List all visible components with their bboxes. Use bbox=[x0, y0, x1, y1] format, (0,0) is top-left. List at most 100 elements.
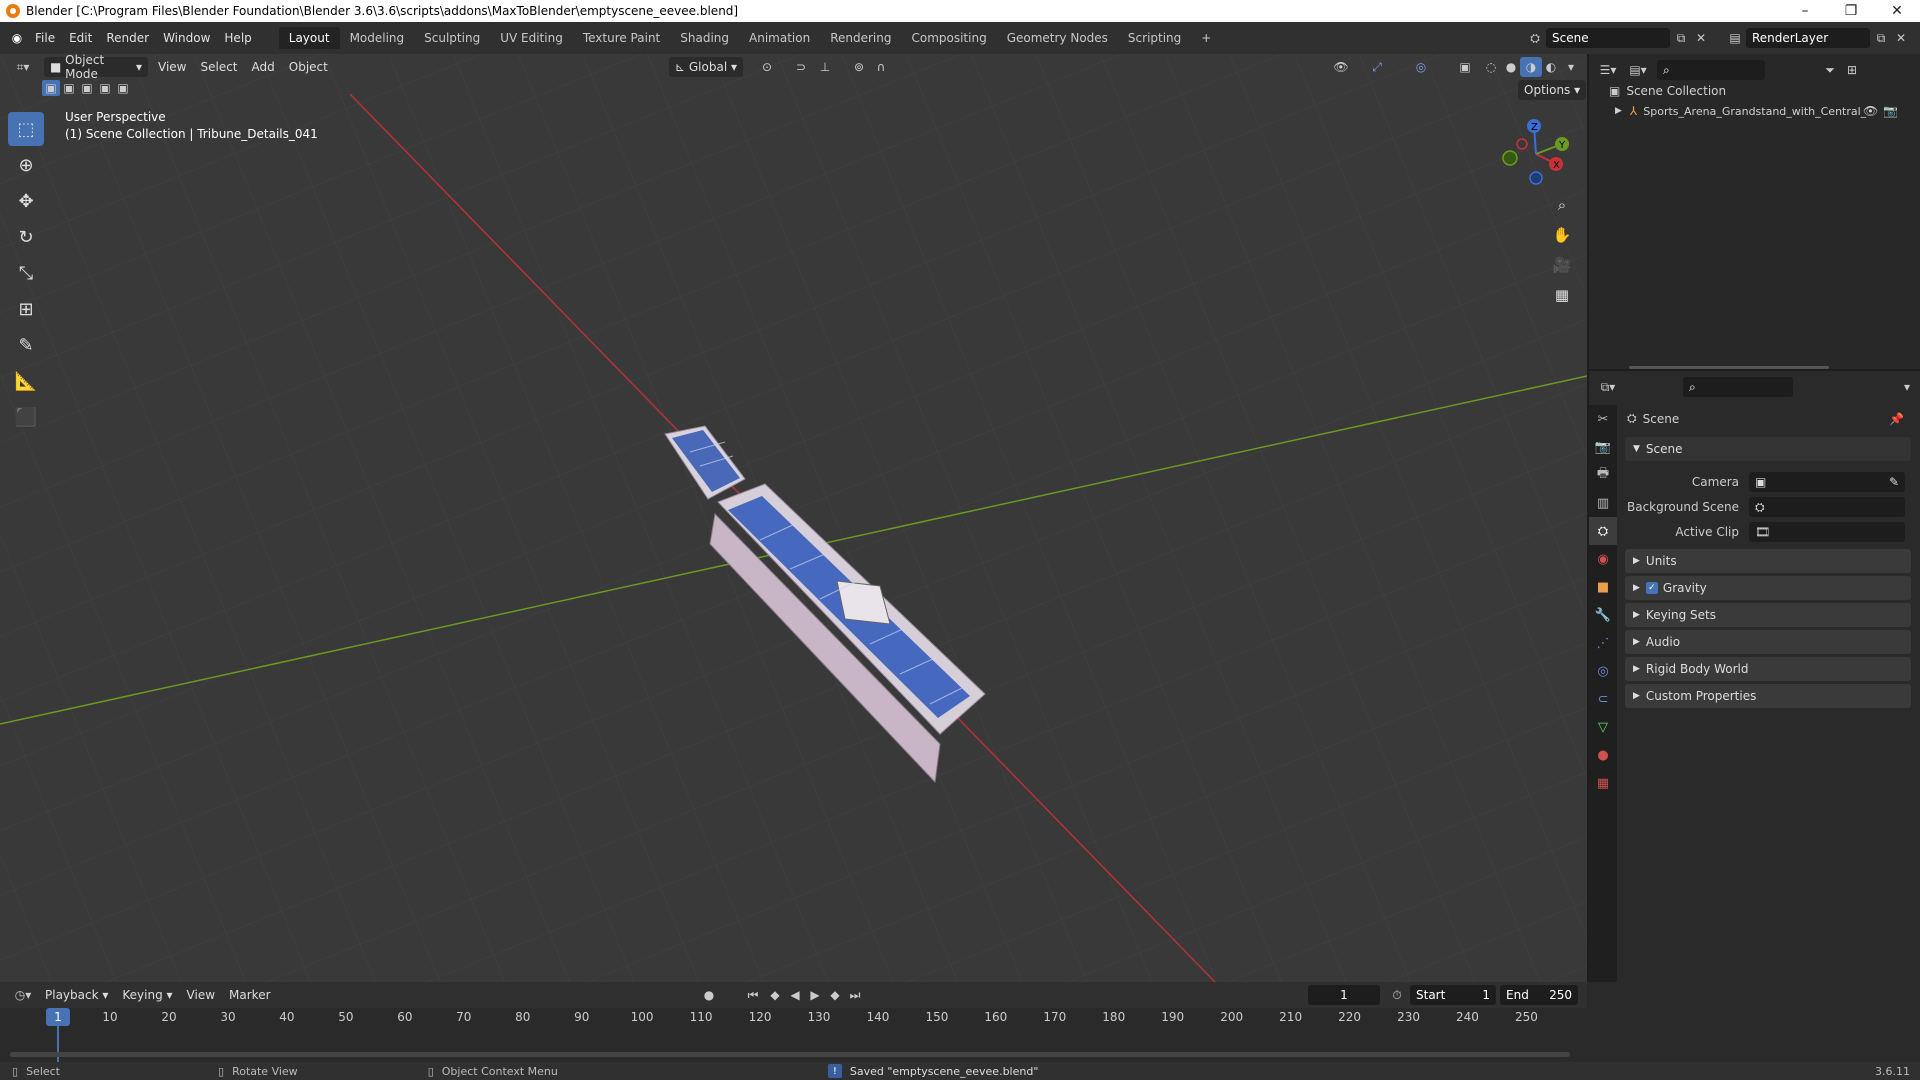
viewport-scene[interactable] bbox=[0, 54, 1587, 982]
physics-tab-icon[interactable]: ◎ bbox=[1589, 657, 1617, 685]
outliner-search-input[interactable]: ⌕ bbox=[1657, 60, 1765, 80]
jump-start-icon[interactable]: ⏮ bbox=[742, 985, 764, 1005]
outliner-scrollbar[interactable] bbox=[1629, 366, 1829, 369]
wireframe-shading-icon[interactable]: ◌ bbox=[1480, 57, 1502, 77]
falloff-icon[interactable]: ∩ bbox=[870, 57, 892, 77]
editor-type-icon[interactable]: ⌗▾ bbox=[8, 57, 38, 77]
filter-icon[interactable]: ⏷ bbox=[1819, 60, 1841, 80]
view-layer-icon[interactable]: ▤ bbox=[1724, 28, 1746, 48]
viewport-menu-add[interactable]: Add bbox=[245, 60, 282, 74]
tab-animation[interactable]: Animation bbox=[739, 27, 820, 49]
navigation-gizmo[interactable]: X Y Z bbox=[1496, 114, 1576, 194]
object-tab-icon[interactable]: ■ bbox=[1589, 573, 1617, 601]
select-intersect-icon[interactable]: ▣ bbox=[114, 80, 132, 96]
pin-icon[interactable]: 📌 bbox=[1889, 412, 1904, 426]
scene-selector[interactable]: Scene bbox=[1546, 28, 1670, 48]
constraints-tab-icon[interactable]: ⊂ bbox=[1589, 685, 1617, 713]
options-button[interactable]: Options ▾ bbox=[1518, 80, 1587, 100]
minimize-button[interactable]: – bbox=[1782, 0, 1828, 22]
properties-editor-type-icon[interactable]: ⧉▾ bbox=[1597, 377, 1619, 397]
blender-menu-icon[interactable]: ◉ bbox=[6, 28, 28, 48]
menu-help[interactable]: Help bbox=[217, 31, 258, 45]
menu-render[interactable]: Render bbox=[99, 31, 156, 45]
current-frame-field[interactable]: 1 bbox=[1308, 985, 1380, 1005]
pivot-point-icon[interactable]: ⊙ bbox=[756, 57, 778, 77]
scale-tool-icon[interactable]: ⤡ bbox=[8, 256, 44, 290]
visibility-icon[interactable]: 👁 bbox=[1330, 57, 1352, 77]
close-button[interactable]: ✕ bbox=[1874, 0, 1920, 22]
render-tab-icon[interactable]: 📷 bbox=[1589, 433, 1617, 461]
select-new-icon[interactable]: ▣ bbox=[42, 80, 60, 96]
next-keyframe-icon[interactable]: ◆ bbox=[824, 985, 846, 1005]
gizmo-neg-z-icon[interactable] bbox=[1529, 171, 1543, 185]
material-tab-icon[interactable]: ● bbox=[1589, 741, 1617, 769]
record-keyframe-icon[interactable]: ● bbox=[698, 985, 720, 1005]
new-collection-icon[interactable]: ⊞ bbox=[1841, 60, 1863, 80]
rotate-tool-icon[interactable]: ↻ bbox=[8, 220, 44, 254]
properties-options-icon[interactable]: ▾ bbox=[1896, 377, 1918, 397]
marker-menu[interactable]: Marker bbox=[222, 988, 277, 1002]
add-workspace-button[interactable]: + bbox=[1191, 27, 1221, 49]
move-tool-icon[interactable]: ✥ bbox=[8, 184, 44, 218]
play-icon[interactable]: ▶ bbox=[804, 985, 826, 1005]
proportional-edit-icon[interactable]: ⊚ bbox=[848, 57, 870, 77]
transform-orientation-dropdown[interactable]: ⊾ Global ▾ bbox=[669, 57, 743, 77]
data-tab-icon[interactable]: ▽ bbox=[1589, 713, 1617, 741]
viewport-menu-select[interactable]: Select bbox=[193, 60, 244, 74]
modifier-tab-icon[interactable]: 🔧 bbox=[1589, 601, 1617, 629]
playback-menu[interactable]: Playback ▾ bbox=[38, 988, 115, 1002]
view-layer-selector[interactable]: RenderLayer bbox=[1746, 28, 1870, 48]
end-frame-field[interactable]: End 250 bbox=[1500, 985, 1578, 1005]
outliner-item[interactable]: ▶ ⅄ Sports_Arena_Grandstand_with_Central… bbox=[1615, 104, 1915, 118]
start-frame-field[interactable]: Start 1 bbox=[1410, 985, 1496, 1005]
rendered-shading-icon[interactable]: ◐ bbox=[1540, 57, 1562, 77]
select-extend-icon[interactable]: ▣ bbox=[60, 80, 78, 96]
transform-tool-icon[interactable]: ⊞ bbox=[8, 292, 44, 326]
keying-menu[interactable]: Keying ▾ bbox=[115, 988, 179, 1002]
timeline-view-menu[interactable]: View bbox=[180, 988, 222, 1002]
particles-tab-icon[interactable]: ⋰ bbox=[1589, 629, 1617, 657]
perspective-toggle-icon[interactable]: ▦ bbox=[1549, 282, 1575, 308]
properties-search-input[interactable]: ⌕ bbox=[1683, 377, 1793, 397]
prev-keyframe-icon[interactable]: ◆ bbox=[764, 985, 786, 1005]
tab-layout[interactable]: Layout bbox=[278, 27, 340, 49]
solid-shading-icon[interactable]: ● bbox=[1500, 57, 1522, 77]
gizmo-neg-x-icon[interactable] bbox=[1516, 138, 1528, 150]
overlay-toggle-icon[interactable]: ◎ bbox=[1410, 57, 1432, 77]
timeline-scrollbar[interactable] bbox=[10, 1052, 1570, 1057]
eyedropper-icon[interactable]: ✎ bbox=[1889, 475, 1899, 489]
playhead-frame-indicator[interactable]: 1 bbox=[46, 1008, 70, 1026]
xray-toggle-icon[interactable]: ▣ bbox=[1454, 57, 1476, 77]
maximize-button[interactable]: ❐ bbox=[1828, 0, 1874, 22]
tab-uv-editing[interactable]: UV Editing bbox=[490, 27, 573, 49]
use-preview-range-icon[interactable]: ⏱ bbox=[1386, 985, 1408, 1005]
jump-end-icon[interactable]: ⏭ bbox=[844, 985, 866, 1005]
play-reverse-icon[interactable]: ◀ bbox=[784, 985, 806, 1005]
zoom-icon[interactable]: ⌕ bbox=[1549, 192, 1575, 218]
tab-scripting[interactable]: Scripting bbox=[1118, 27, 1191, 49]
delete-view-layer-icon[interactable]: ✕ bbox=[1892, 28, 1910, 48]
hide-eye-icon[interactable]: 👁 bbox=[1863, 104, 1878, 118]
active-clip-field[interactable]: 🎞 bbox=[1749, 522, 1905, 542]
tab-shading[interactable]: Shading bbox=[670, 27, 739, 49]
material-shading-icon[interactable]: ◑ bbox=[1520, 57, 1542, 77]
viewport-menu-view[interactable]: View bbox=[151, 60, 193, 74]
select-subtract-icon[interactable]: ▣ bbox=[78, 80, 96, 96]
3d-viewport[interactable]: ⌗▾ ■ Object Mode ▾ View Select Add Objec… bbox=[0, 54, 1587, 982]
audio-panel-header[interactable]: ▶ Audio bbox=[1625, 630, 1911, 654]
timeline-editor-type-icon[interactable]: ◷▾ bbox=[8, 985, 38, 1005]
world-tab-icon[interactable]: ◉ bbox=[1589, 545, 1617, 573]
viewport-menu-object[interactable]: Object bbox=[282, 60, 335, 74]
tab-geometry-nodes[interactable]: Geometry Nodes bbox=[997, 27, 1118, 49]
tab-rendering[interactable]: Rendering bbox=[820, 27, 901, 49]
gravity-panel-header[interactable]: ▶ ✓ Gravity bbox=[1625, 576, 1911, 600]
gizmo-toggle-icon[interactable]: ⤢ bbox=[1366, 57, 1388, 77]
snap-target-icon[interactable]: ⊥ bbox=[814, 57, 836, 77]
background-scene-field[interactable]: ⛭ bbox=[1749, 497, 1905, 517]
cursor-tool-icon[interactable]: ⊕ bbox=[8, 148, 44, 182]
menu-edit[interactable]: Edit bbox=[62, 31, 99, 45]
outliner-editor-type-icon[interactable]: ☰▾ bbox=[1597, 60, 1619, 80]
units-panel-header[interactable]: ▶ Units bbox=[1625, 549, 1911, 573]
pan-hand-icon[interactable]: ✋ bbox=[1549, 222, 1575, 248]
rigid-body-world-panel-header[interactable]: ▶ Rigid Body World bbox=[1625, 657, 1911, 681]
